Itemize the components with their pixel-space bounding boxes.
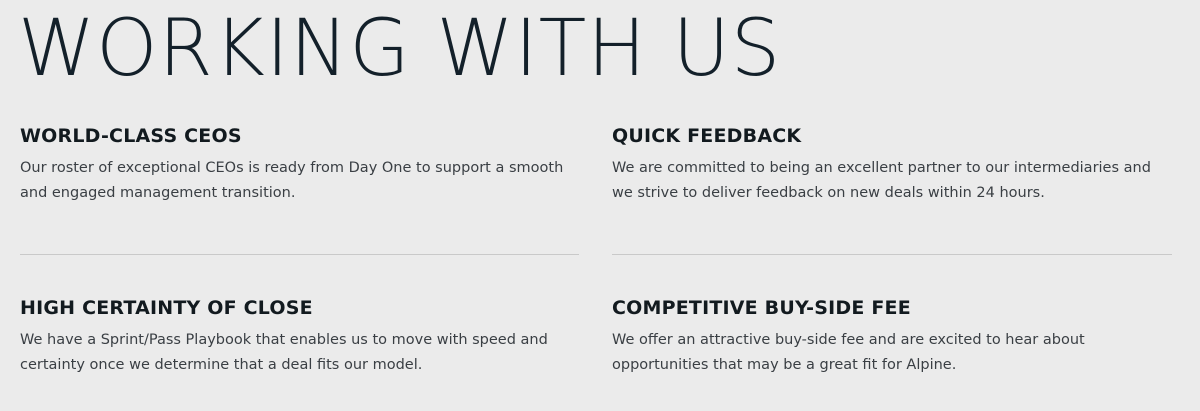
- feature-description: Our roster of exceptional CEOs is ready …: [20, 160, 564, 201]
- feature-description: We have a Sprint/Pass Playbook that enab…: [20, 332, 548, 373]
- feature-description: We are committed to being an excellent p…: [612, 160, 1151, 201]
- divider: [612, 254, 1172, 255]
- divider: [20, 254, 579, 255]
- feature-title: HIGH CERTAINTY OF CLOSE: [20, 297, 313, 319]
- feature-world-class-ceos: WORLD-CLASS CEOS Our roster of exception…: [20, 124, 580, 206]
- feature-high-certainty-of-close: HIGH CERTAINTY OF CLOSE We have a Sprint…: [20, 296, 580, 378]
- feature-competitive-buy-side-fee: COMPETITIVE BUY-SIDE FEE We offer an att…: [612, 296, 1172, 378]
- feature-title: COMPETITIVE BUY-SIDE FEE: [612, 297, 911, 319]
- feature-title: WORLD-CLASS CEOS: [20, 125, 242, 147]
- feature-description: We offer an attractive buy-side fee and …: [612, 332, 1085, 373]
- feature-title: QUICK FEEDBACK: [612, 125, 802, 147]
- page-title: WORKING WITH US: [18, 4, 782, 94]
- feature-quick-feedback: QUICK FEEDBACK We are committed to being…: [612, 124, 1172, 206]
